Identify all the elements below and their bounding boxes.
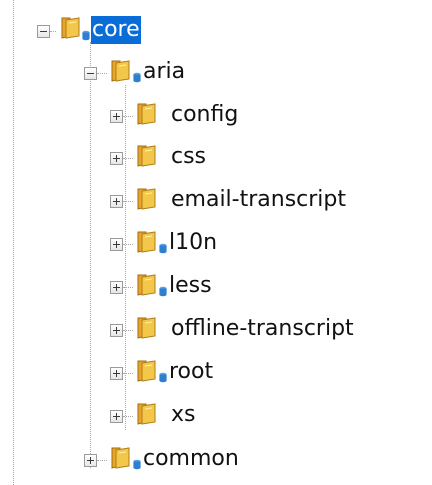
tree-node-label[interactable]: aria [142,58,186,86]
tree-node-less[interactable]: less [0,269,432,309]
tree-node-label[interactable]: common [142,445,240,473]
folder-icon [135,186,161,212]
folder-icon [109,445,135,471]
folder-icon [135,101,161,127]
folder-icon [135,143,161,169]
collapse-icon[interactable] [84,67,97,80]
tree-node-label[interactable]: email-transcript [170,186,347,214]
expand-icon[interactable] [110,324,123,337]
tree-node-label[interactable]: config [170,101,239,129]
folder-icon [135,229,161,255]
expand-icon[interactable] [110,281,123,294]
tree-node-label[interactable]: core [91,16,141,44]
expand-icon[interactable] [110,195,123,208]
tree-node-offline-transcript[interactable]: offline-transcript [0,312,432,352]
tree-node-label[interactable]: css [170,143,207,171]
tree-node-label[interactable]: l10n [168,229,218,257]
db-badge-icon [133,72,141,83]
folder-icon [135,315,161,341]
expand-icon[interactable] [110,152,123,165]
tree-node-email-transcript[interactable]: email-transcript [0,183,432,223]
tree-node-label[interactable]: less [168,272,213,300]
expand-icon[interactable] [110,410,123,423]
tree-node-aria[interactable]: aria [0,55,432,95]
tree-node-core[interactable]: core [0,12,432,52]
folder-icon [135,272,161,298]
tree-node-root[interactable]: root [0,355,432,395]
db-badge-icon [133,459,141,470]
tree-node-label[interactable]: xs [170,401,196,429]
tree-node-label[interactable]: root [168,358,214,386]
collapse-icon[interactable] [37,25,50,38]
db-badge-icon [159,243,167,254]
project-tree: { "tree": { "root": { "label": "core", "… [0,0,432,485]
tree-node-xs[interactable]: xs [0,398,432,438]
expand-icon[interactable] [110,367,123,380]
tree-node-l10n[interactable]: l10n [0,226,432,266]
folder-icon [135,401,161,427]
tree-node-common[interactable]: common [0,442,432,482]
expand-icon[interactable] [110,238,123,251]
tree-node-config[interactable]: config [0,98,432,138]
folder-icon [109,58,135,84]
tree-node-css[interactable]: css [0,140,432,180]
folder-icon [135,358,161,384]
db-badge-icon [159,372,167,383]
db-badge-icon [82,30,90,41]
expand-icon[interactable] [84,454,97,467]
db-badge-icon [159,286,167,297]
tree-node-label[interactable]: offline-transcript [170,315,355,343]
expand-icon[interactable] [110,110,123,123]
